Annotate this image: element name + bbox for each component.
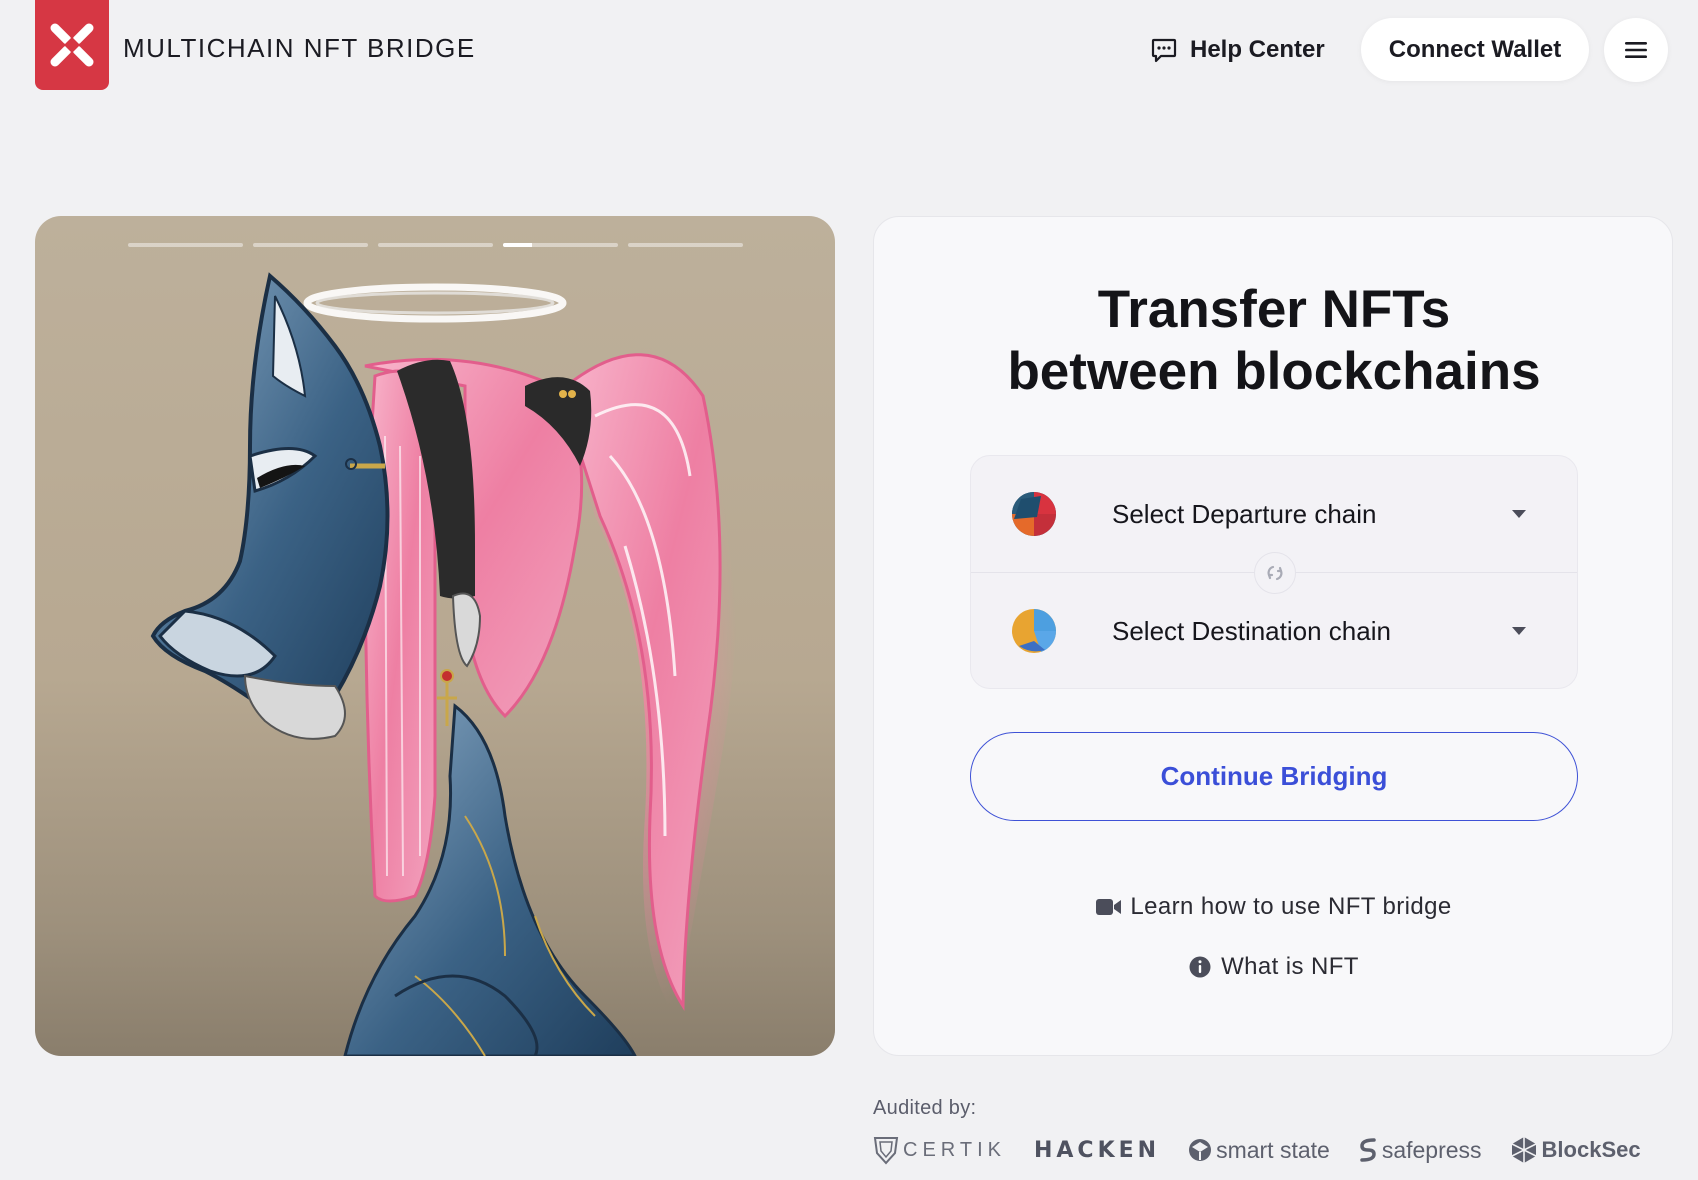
swap-chains-button[interactable]: [1254, 552, 1296, 594]
xp-logo-icon[interactable]: [35, 0, 109, 90]
carousel-segment[interactable]: [628, 243, 743, 247]
brand-name: MULTICHAIN NFT BRIDGE: [123, 33, 476, 63]
continue-bridging-button[interactable]: Continue Bridging: [970, 732, 1578, 821]
carousel-segment-active[interactable]: [503, 243, 618, 247]
blocksec-logo[interactable]: BlockSec: [1510, 1136, 1641, 1164]
blocksec-icon: [1511, 1137, 1536, 1163]
learn-how-link[interactable]: Learn how to use NFT bridge: [874, 893, 1674, 921]
hacken-label: HACKEN: [1033, 1137, 1161, 1163]
destination-chain-label: Select Destination chain: [1112, 615, 1391, 646]
chain-selector: Select Departure chain Select Destinatio…: [970, 455, 1578, 689]
nft-artwork-image: [150, 272, 738, 1056]
carousel-segment[interactable]: [253, 243, 368, 247]
certik-shield-icon: [873, 1137, 899, 1165]
learn-link-label: Learn how to use NFT bridge: [1130, 893, 1452, 920]
smart-state-logo[interactable]: smart state: [1188, 1137, 1330, 1164]
connect-wallet-button[interactable]: Connect Wallet: [1361, 18, 1589, 81]
info-icon: [1189, 956, 1211, 978]
title-line-2: between blockchains: [1007, 342, 1541, 401]
chevron-down-icon: [1512, 627, 1526, 635]
carousel-segment[interactable]: [378, 243, 493, 247]
smart-state-icon: [1189, 1139, 1212, 1161]
chevron-down-icon: [1512, 510, 1526, 518]
carousel-progress: [128, 243, 743, 247]
auditor-logos: CERTIK HACKEN smart state safepress Bloc…: [873, 1134, 1669, 1166]
hacken-logo[interactable]: HACKEN: [1034, 1138, 1160, 1163]
help-center-link[interactable]: Help Center: [1150, 28, 1325, 72]
what-link-label: What is NFT: [1221, 953, 1359, 980]
audited-by-label: Audited by:: [873, 1097, 977, 1119]
transfer-card: Transfer NFTs between blockchains Select…: [873, 216, 1673, 1056]
safepress-logo[interactable]: safepress: [1358, 1137, 1482, 1164]
certik-label: CERTIK: [903, 1138, 1006, 1161]
departure-chain-label: Select Departure chain: [1112, 498, 1377, 529]
certik-logo[interactable]: CERTIK: [873, 1135, 1006, 1165]
help-center-label: Help Center: [1190, 36, 1325, 63]
menu-button[interactable]: [1604, 18, 1668, 82]
safepress-icon: [1360, 1138, 1376, 1162]
departure-chain-icon: [1012, 492, 1056, 536]
hamburger-icon: [1625, 42, 1647, 58]
title-line-1: Transfer NFTs: [1097, 280, 1451, 339]
card-title: Transfer NFTs between blockchains: [874, 279, 1674, 403]
smart-state-label: smart state: [1216, 1136, 1330, 1163]
what-is-nft-link[interactable]: What is NFT: [874, 953, 1674, 981]
blocksec-label: BlockSec: [1541, 1137, 1641, 1162]
chat-bubble-icon: [1151, 38, 1177, 63]
video-camera-icon: [1096, 899, 1122, 915]
carousel-segment[interactable]: [128, 243, 243, 247]
destination-chain-icon: [1012, 609, 1057, 653]
swap-arrows-icon: [1267, 565, 1283, 581]
header: MULTICHAIN NFT BRIDGE Help Center Connec…: [0, 0, 1698, 100]
nft-image-carousel[interactable]: [35, 216, 835, 1056]
safepress-label: safepress: [1381, 1136, 1482, 1163]
